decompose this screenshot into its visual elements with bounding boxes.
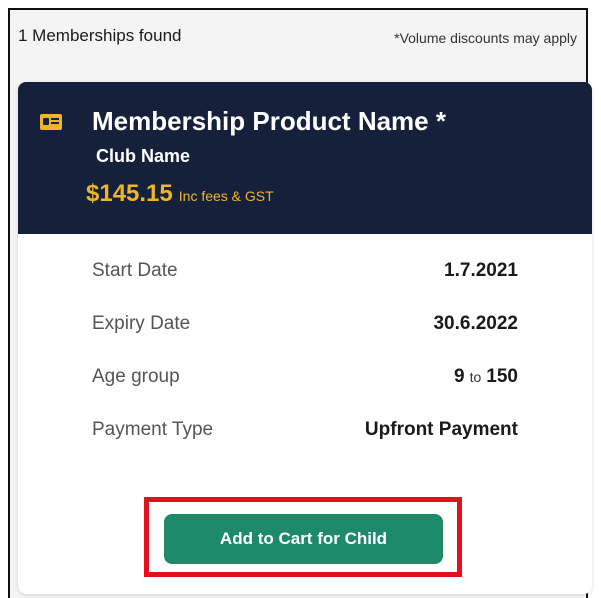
add-to-cart-for-child-button[interactable]: Add to Cart for Child bbox=[164, 514, 443, 564]
start-date-value: 1.7.2021 bbox=[444, 260, 518, 281]
payment-type-label: Payment Type bbox=[92, 419, 214, 440]
detail-row-start-date: Start Date 1.7.2021 bbox=[92, 260, 518, 313]
payment-type-value: Upfront Payment bbox=[364, 419, 518, 440]
start-date-label: Start Date bbox=[92, 260, 178, 281]
results-header: 1 Memberships found *Volume discounts ma… bbox=[8, 22, 593, 58]
age-min: 9 bbox=[454, 366, 465, 387]
membership-details: Start Date 1.7.2021 Expiry Date 30.6.202… bbox=[92, 260, 518, 472]
club-name: Club Name bbox=[96, 146, 191, 166]
price-row: $145.15 Inc fees & GST bbox=[86, 180, 274, 208]
price-note: Inc fees & GST bbox=[178, 188, 274, 204]
results-count: 1 Memberships found bbox=[18, 26, 182, 45]
volume-discount-note: *Volume discounts may apply bbox=[394, 30, 577, 46]
age-group-value: 9 to 150 bbox=[454, 366, 518, 388]
detail-row-payment-type: Payment Type Upfront Payment bbox=[92, 419, 518, 472]
membership-product-name: Membership Product Name * bbox=[92, 106, 446, 136]
expiry-date-value: 30.6.2022 bbox=[433, 313, 518, 334]
detail-row-age-group: Age group 9 to 150 bbox=[92, 366, 518, 419]
expiry-date-label: Expiry Date bbox=[92, 313, 191, 334]
age-separator: to bbox=[469, 369, 482, 385]
membership-card-header: Membership Product Name * Club Name $145… bbox=[18, 82, 592, 234]
detail-row-expiry-date: Expiry Date 30.6.2022 bbox=[92, 313, 518, 366]
membership-price: $145.15 bbox=[86, 180, 173, 207]
age-max: 150 bbox=[486, 366, 518, 387]
membership-card-icon bbox=[40, 114, 62, 130]
age-group-label: Age group bbox=[92, 366, 180, 387]
